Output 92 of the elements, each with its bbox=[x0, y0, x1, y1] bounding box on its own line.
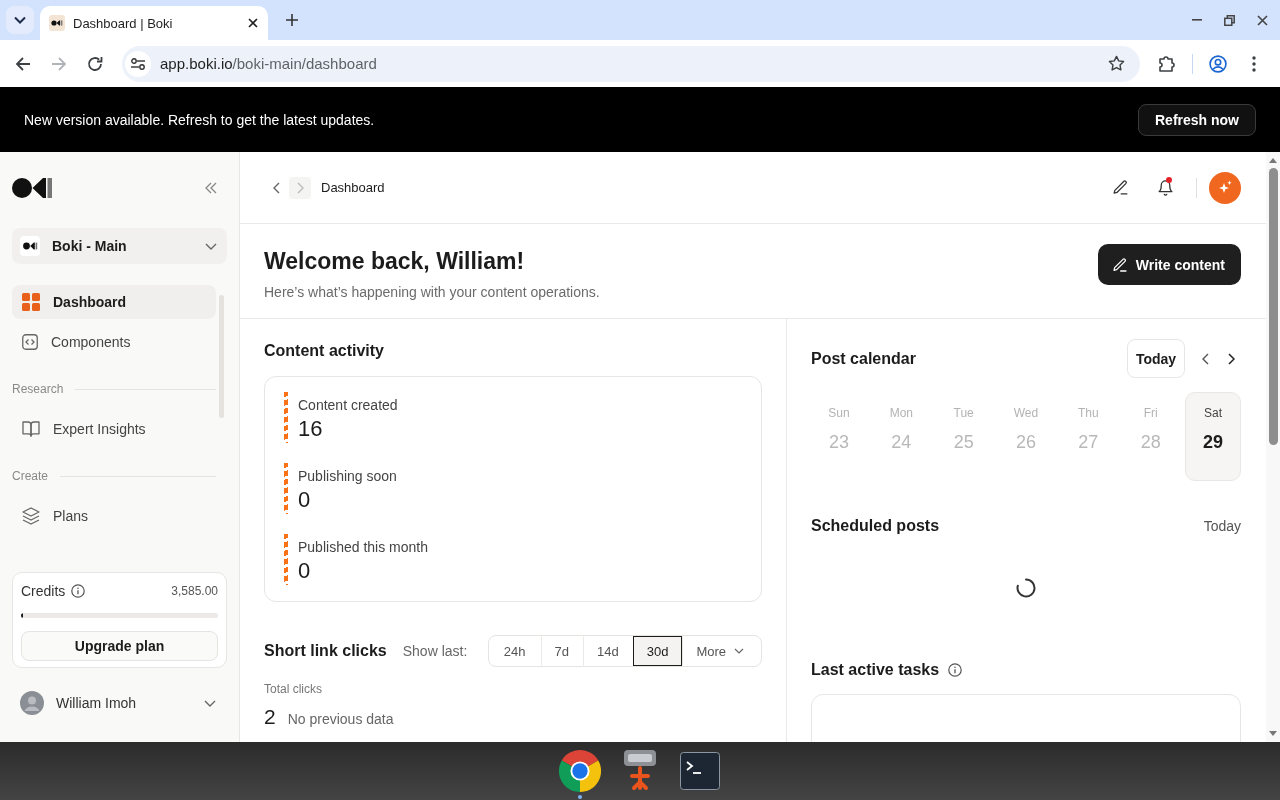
more-vertical-icon bbox=[1252, 55, 1256, 72]
scroll-down-arrow-icon[interactable] bbox=[1269, 731, 1277, 736]
chevron-right-icon bbox=[1227, 352, 1235, 365]
info-icon bbox=[948, 663, 963, 677]
unread-dot-icon bbox=[1166, 176, 1172, 183]
stat-label: Content created bbox=[298, 396, 398, 415]
nav-item[interactable]: Components bbox=[12, 325, 216, 359]
reload-icon bbox=[87, 55, 103, 72]
close-icon bbox=[248, 18, 258, 28]
pencil-icon bbox=[1111, 256, 1128, 273]
stat-value: 0 bbox=[298, 557, 312, 585]
stat-label: Published this month bbox=[298, 538, 428, 557]
info-icon bbox=[71, 584, 86, 598]
bell-icon bbox=[1156, 178, 1174, 197]
stat-value: 0 bbox=[298, 486, 312, 514]
chevron-down-icon bbox=[205, 242, 217, 250]
chevron-left-icon bbox=[272, 181, 280, 194]
section-title: Content activity bbox=[264, 341, 385, 361]
section-title: Research bbox=[12, 382, 64, 396]
star-icon bbox=[1107, 55, 1125, 72]
profile-icon bbox=[1209, 54, 1227, 73]
book-icon bbox=[22, 421, 40, 437]
nav-item[interactable]: Expert Insights bbox=[12, 412, 216, 446]
range-option[interactable]: 7d bbox=[540, 636, 583, 666]
stat-label: Publishing soon bbox=[298, 467, 397, 486]
page-subtitle: Here’s what’s happening with your content operations. bbox=[264, 283, 600, 302]
terminal-icon bbox=[680, 752, 720, 790]
user-menu[interactable]: William Imoh bbox=[12, 683, 227, 723]
arrow-left-icon bbox=[15, 55, 31, 72]
section-title: Create bbox=[12, 469, 49, 483]
layers-icon bbox=[22, 507, 40, 525]
credits-amount: 3,585.00 bbox=[171, 584, 218, 598]
scroll-up-arrow-icon[interactable] bbox=[1269, 158, 1277, 163]
dashed-accent-bar bbox=[284, 534, 288, 585]
grid-icon bbox=[22, 293, 40, 311]
scrollbar-thumb[interactable] bbox=[219, 295, 224, 418]
comparison-text: No previous data bbox=[287, 711, 394, 727]
favicon-icon bbox=[49, 15, 65, 31]
section-title: Short link clicks bbox=[264, 641, 387, 661]
ai-assistant-button[interactable] bbox=[1209, 171, 1241, 204]
dashed-accent-bar bbox=[284, 463, 288, 514]
arrow-right-icon bbox=[51, 55, 67, 72]
plus-icon bbox=[286, 14, 298, 26]
user-avatar bbox=[20, 691, 44, 715]
page-title: Welcome back, William! bbox=[264, 247, 526, 276]
browser-tab[interactable]: Dashboard | Boki bbox=[40, 6, 268, 40]
upgrade-plan-button[interactable]: Upgrade plan bbox=[21, 631, 218, 661]
nav-item[interactable]: Plans bbox=[12, 499, 216, 533]
update-message: New version available. Refresh to get the latest updates. bbox=[24, 111, 375, 128]
nav-item[interactable]: Dashboard bbox=[12, 285, 216, 319]
app-icon bbox=[622, 750, 658, 792]
section-title: Scheduled posts bbox=[811, 516, 940, 536]
credits-label: Credits bbox=[21, 583, 66, 599]
code-icon bbox=[22, 334, 38, 350]
puzzle-icon bbox=[1158, 54, 1176, 73]
today-button[interactable]: Today bbox=[1127, 339, 1185, 378]
total-clicks-value: 2 bbox=[264, 704, 276, 730]
chevron-down-icon bbox=[204, 699, 216, 707]
site-info-button[interactable] bbox=[125, 50, 151, 77]
range-label: Today bbox=[1203, 518, 1241, 534]
refresh-button[interactable]: Refresh now bbox=[1138, 103, 1256, 136]
restore-icon bbox=[1224, 14, 1235, 26]
tune-icon bbox=[131, 57, 145, 70]
stat-value: 16 bbox=[298, 415, 324, 443]
pencil-icon bbox=[1111, 179, 1129, 196]
calendar-day[interactable]: Sat 29 bbox=[1184, 392, 1241, 481]
section-title: Post calendar bbox=[811, 348, 916, 369]
write-content-button[interactable]: Write content bbox=[1097, 244, 1241, 285]
range-option[interactable]: 30d bbox=[632, 636, 683, 666]
logo-icon bbox=[12, 178, 52, 198]
workspace-logo-icon bbox=[20, 236, 40, 256]
chevron-right-icon bbox=[296, 181, 304, 194]
filter-label: Show last: bbox=[402, 643, 468, 659]
workspace-selector[interactable]: Boki - Main bbox=[12, 228, 227, 264]
circle-logo-icon bbox=[557, 748, 603, 794]
double-chevron-left-icon bbox=[205, 182, 217, 194]
dashed-accent-bar bbox=[284, 392, 288, 443]
range-option[interactable]: 24h bbox=[488, 636, 541, 666]
chevron-left-icon bbox=[1201, 352, 1209, 365]
chevron-down-icon bbox=[734, 648, 744, 654]
tab-list-button[interactable] bbox=[6, 6, 34, 34]
close-icon bbox=[1257, 14, 1268, 26]
scrollbar-thumb[interactable] bbox=[1268, 168, 1278, 445]
total-clicks-label: Total clicks bbox=[264, 681, 323, 697]
breadcrumb-current: Dashboard bbox=[321, 180, 385, 195]
chevron-down-icon bbox=[14, 16, 26, 24]
range-dropdown[interactable]: More bbox=[682, 636, 761, 666]
section-title: Last active tasks bbox=[811, 660, 940, 680]
running-indicator-icon bbox=[578, 795, 582, 799]
minimize-icon bbox=[1191, 19, 1202, 21]
address-bar[interactable]: app.boki.io/boki-main/dashboard bbox=[122, 45, 1140, 82]
range-option[interactable]: 14d bbox=[582, 636, 633, 666]
